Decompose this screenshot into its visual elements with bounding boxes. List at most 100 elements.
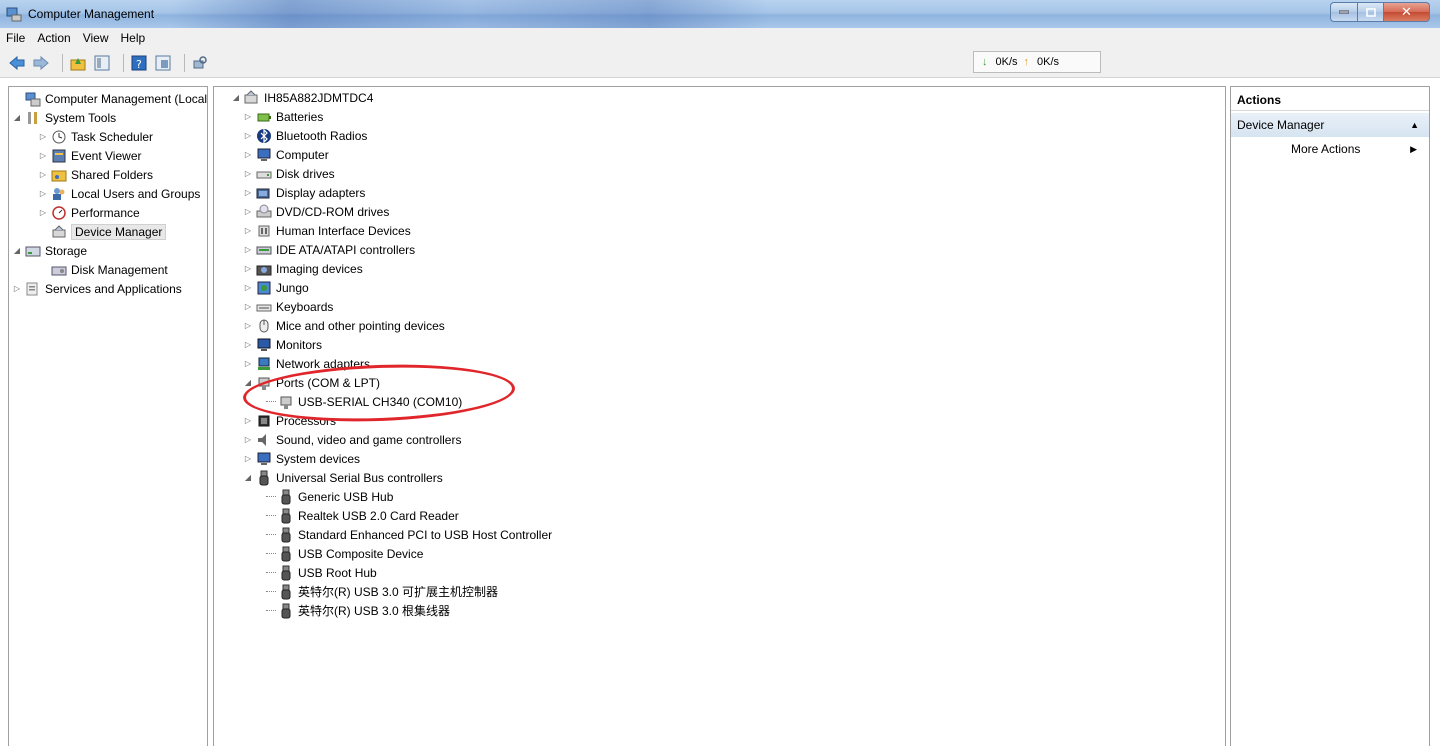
action-more-actions[interactable]: More Actions ▶ — [1231, 137, 1429, 161]
collapsed-triangle-icon[interactable]: ▷ — [242, 301, 254, 313]
close-button[interactable]: ✕ — [1384, 2, 1430, 22]
collapsed-triangle-icon[interactable]: ▷ — [242, 263, 254, 275]
tree-connector — [266, 515, 276, 516]
menu-action[interactable]: Action — [31, 31, 76, 45]
tree-item-label: Event Viewer — [71, 148, 142, 163]
device-category[interactable]: ▷ Human Interface Devices — [242, 221, 411, 240]
console-tree-item[interactable]: ▷ Task Scheduler — [37, 127, 153, 146]
hid-icon — [256, 223, 272, 239]
computer-management-icon — [6, 7, 22, 22]
collapsed-triangle-icon[interactable]: ▷ — [242, 111, 254, 123]
device-tree-root[interactable]: ◢ IH85A882JDMTDC4 — [230, 88, 373, 107]
collapsed-triangle-icon[interactable]: ▷ — [37, 131, 49, 143]
display-adapter-icon — [256, 185, 272, 201]
scan-hardware-icon[interactable] — [191, 54, 209, 72]
collapsed-triangle-icon[interactable]: ▷ — [37, 207, 49, 219]
collapsed-triangle-icon[interactable]: ▷ — [242, 358, 254, 370]
console-tree-item[interactable]: ▷ Event Viewer — [37, 146, 142, 165]
bluetooth-icon — [256, 128, 272, 144]
device-item[interactable]: Standard Enhanced PCI to USB Host Contro… — [266, 525, 552, 544]
device-category[interactable]: ▷ Network adapters — [242, 354, 370, 373]
collapsed-triangle-icon[interactable]: ▷ — [11, 283, 23, 295]
collapse-up-icon[interactable]: ▲ — [1410, 120, 1419, 130]
collapsed-triangle-icon[interactable]: ▷ — [242, 320, 254, 332]
menu-file[interactable]: File — [0, 31, 31, 45]
download-arrow-icon: ↓ — [982, 56, 988, 68]
menu-view[interactable]: View — [77, 31, 115, 45]
device-item[interactable]: USB Composite Device — [266, 544, 423, 563]
device-item[interactable]: USB Root Hub — [266, 563, 377, 582]
tree-connector — [266, 401, 276, 402]
console-tree-item[interactable]: ◢ System Tools — [11, 108, 116, 127]
collapsed-triangle-icon[interactable]: ▷ — [242, 415, 254, 427]
up-folder-icon[interactable] — [69, 54, 87, 72]
expanded-triangle-icon[interactable]: ◢ — [230, 92, 242, 104]
console-tree-item[interactable]: Disk Management — [37, 260, 168, 279]
help-icon[interactable]: ? — [130, 54, 148, 72]
properties-icon[interactable] — [154, 54, 172, 72]
system-tools-icon — [25, 110, 41, 126]
collapsed-triangle-icon[interactable]: ▷ — [242, 282, 254, 294]
device-category[interactable]: ▷ Monitors — [242, 335, 322, 354]
forward-arrow-icon[interactable] — [32, 54, 50, 72]
collapsed-triangle-icon[interactable]: ▷ — [242, 434, 254, 446]
collapsed-triangle-icon[interactable]: ▷ — [242, 453, 254, 465]
console-tree-item[interactable]: Computer Management (Local — [11, 89, 207, 108]
jungo-icon — [256, 280, 272, 296]
device-item[interactable]: 英特尔(R) USB 3.0 根集线器 — [266, 601, 450, 620]
device-category[interactable]: ▷ Sound, video and game controllers — [242, 430, 462, 449]
device-category[interactable]: ▷ Jungo — [242, 278, 309, 297]
users-icon — [51, 186, 67, 202]
collapsed-triangle-icon[interactable]: ▷ — [242, 206, 254, 218]
console-tree-item[interactable]: Device Manager — [37, 222, 167, 241]
console-tree-item[interactable]: ▷ Performance — [37, 203, 140, 222]
device-item[interactable]: USB-SERIAL CH340 (COM10) — [266, 392, 462, 411]
collapsed-triangle-icon[interactable]: ▷ — [37, 188, 49, 200]
device-category[interactable]: ▷ Computer — [242, 145, 329, 164]
collapsed-triangle-icon[interactable]: ▷ — [242, 187, 254, 199]
collapsed-triangle-icon[interactable]: ▷ — [242, 149, 254, 161]
device-category[interactable]: ▷ IDE ATA/ATAPI controllers — [242, 240, 415, 259]
toolbar-separator — [62, 53, 63, 72]
device-item[interactable]: Generic USB Hub — [266, 487, 393, 506]
collapsed-triangle-icon[interactable]: ▷ — [242, 244, 254, 256]
menu-help[interactable]: Help — [115, 31, 152, 45]
device-item[interactable]: Realtek USB 2.0 Card Reader — [266, 506, 459, 525]
expanded-triangle-icon[interactable]: ◢ — [11, 112, 23, 124]
maximize-button[interactable] — [1358, 2, 1384, 22]
port-icon — [256, 375, 272, 391]
back-arrow-icon[interactable] — [8, 54, 26, 72]
device-category[interactable]: ▷ Display adapters — [242, 183, 365, 202]
collapsed-triangle-icon[interactable]: ▷ — [37, 150, 49, 162]
expanded-triangle-icon[interactable]: ◢ — [242, 472, 254, 484]
collapsed-triangle-icon[interactable]: ▷ — [37, 169, 49, 181]
device-category[interactable]: ▷ Disk drives — [242, 164, 335, 183]
tree-item-label: Services and Applications — [45, 281, 182, 296]
expanded-triangle-icon[interactable]: ◢ — [242, 377, 254, 389]
expanded-triangle-icon[interactable]: ◢ — [11, 245, 23, 257]
console-tree-item[interactable]: ◢ Storage — [11, 241, 87, 260]
device-category[interactable]: ◢ Ports (COM & LPT) — [242, 373, 380, 392]
device-category[interactable]: ▷ Imaging devices — [242, 259, 363, 278]
tree-item-label: Performance — [71, 205, 140, 220]
device-item[interactable]: 英特尔(R) USB 3.0 可扩展主机控制器 — [266, 582, 498, 601]
minimize-button[interactable] — [1330, 2, 1358, 22]
device-category[interactable]: ▷ Processors — [242, 411, 336, 430]
device-category[interactable]: ▷ Mice and other pointing devices — [242, 316, 445, 335]
console-tree-item[interactable]: ▷ Local Users and Groups — [37, 184, 200, 203]
device-category[interactable]: ◢ Universal Serial Bus controllers — [242, 468, 443, 487]
collapsed-triangle-icon[interactable]: ▷ — [242, 130, 254, 142]
collapsed-triangle-icon[interactable]: ▷ — [242, 339, 254, 351]
collapsed-triangle-icon[interactable]: ▷ — [242, 168, 254, 180]
device-category[interactable]: ▷ System devices — [242, 449, 360, 468]
device-category[interactable]: ▷ Batteries — [242, 107, 323, 126]
device-category[interactable]: ▷ DVD/CD-ROM drives — [242, 202, 389, 221]
collapsed-triangle-icon[interactable]: ▷ — [242, 225, 254, 237]
device-category[interactable]: ▷ Bluetooth Radios — [242, 126, 367, 145]
show-hide-tree-icon[interactable] — [93, 54, 111, 72]
console-tree-item[interactable]: ▷ Shared Folders — [37, 165, 153, 184]
actions-section-device-manager[interactable]: Device Manager ▲ — [1231, 113, 1429, 137]
console-tree-item[interactable]: ▷ Services and Applications — [11, 279, 182, 298]
device-category[interactable]: ▷ Keyboards — [242, 297, 333, 316]
ide-icon — [256, 242, 272, 258]
